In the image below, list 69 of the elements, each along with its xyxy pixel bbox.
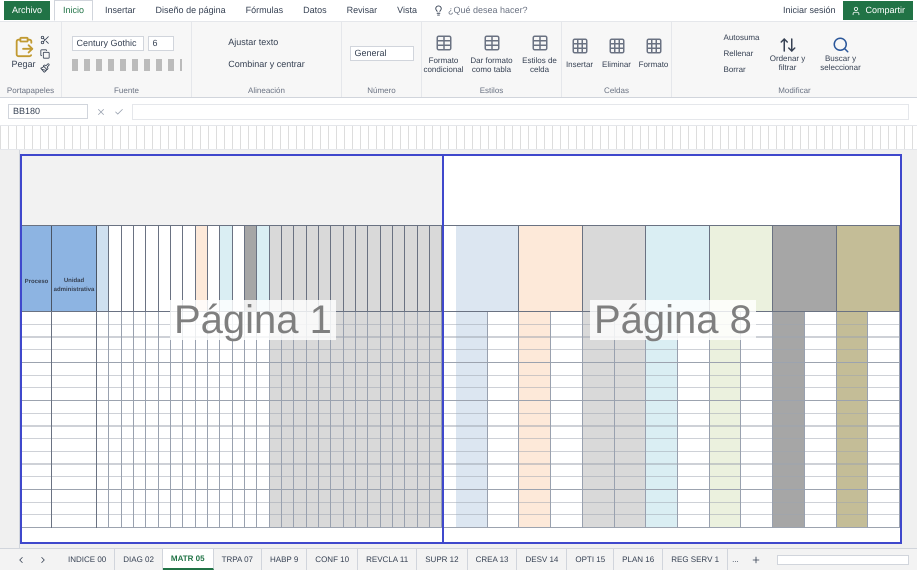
sheet-tab[interactable]: TRPA 07 bbox=[214, 549, 262, 570]
font-name-field[interactable]: Century Gothic bbox=[72, 36, 144, 52]
sheet-tab[interactable]: OPTI 15 bbox=[567, 549, 614, 570]
check-icon[interactable] bbox=[114, 106, 124, 116]
tell-me-field[interactable]: ¿Qué desea hacer? bbox=[448, 4, 528, 18]
sheet-tab[interactable]: PLAN 16 bbox=[614, 549, 664, 570]
font-size-field[interactable]: 6 bbox=[148, 36, 174, 52]
sheet-tab[interactable]: INDICE 00 bbox=[60, 549, 116, 570]
ribbon-tab[interactable]: Vista bbox=[389, 0, 426, 20]
grid-icon bbox=[644, 36, 662, 54]
style-button[interactable]: Formato condicional bbox=[422, 34, 466, 74]
cells-button[interactable]: Eliminar bbox=[600, 36, 633, 70]
more-tabs-indicator[interactable]: ... bbox=[728, 554, 743, 566]
group-label: Celdas bbox=[604, 85, 629, 97]
sort-icon bbox=[778, 36, 797, 54]
style-button[interactable]: Dar formato como tabla bbox=[470, 34, 514, 74]
person-icon bbox=[851, 6, 862, 16]
group-label: Estilos bbox=[480, 85, 504, 97]
sort-filter-button[interactable]: Ordenar y filtrar bbox=[768, 36, 808, 72]
group-label: Fuente bbox=[114, 85, 139, 97]
search-icon bbox=[832, 36, 850, 54]
horizontal-scrollbar[interactable] bbox=[776, 554, 909, 564]
table-icon bbox=[434, 34, 452, 52]
sheet-tab[interactable]: SUPR 12 bbox=[417, 549, 468, 570]
group-label: Modificar bbox=[778, 85, 811, 97]
edit-command[interactable]: Borrar bbox=[723, 64, 760, 76]
table-icon bbox=[530, 34, 548, 52]
sheet-tab[interactable]: HABP 9 bbox=[262, 549, 308, 570]
cells-button[interactable]: Insertar bbox=[563, 36, 596, 70]
cancel-icon[interactable] bbox=[96, 106, 106, 116]
group-label: Portapapeles bbox=[6, 85, 54, 97]
number-format-field[interactable]: General bbox=[350, 46, 414, 62]
sign-in-link[interactable]: Iniciar sesión bbox=[778, 4, 840, 18]
edit-command[interactable]: Rellenar bbox=[723, 48, 760, 60]
scissors-icon[interactable] bbox=[40, 34, 50, 44]
style-button[interactable]: Estilos de celda bbox=[518, 34, 562, 74]
paste-button[interactable]: Pegar bbox=[11, 36, 36, 72]
sheet-tab[interactable]: CREA 13 bbox=[468, 549, 518, 570]
page-watermark: Página 1 bbox=[170, 300, 336, 340]
find-select-button[interactable]: Buscar y seleccionar bbox=[816, 36, 866, 72]
lightbulb-icon bbox=[433, 5, 444, 16]
sheet-tab[interactable]: REG SERV 1 bbox=[663, 549, 728, 570]
add-sheet-icon[interactable] bbox=[750, 554, 761, 564]
paintbrush-icon[interactable] bbox=[40, 62, 50, 72]
grid-icon bbox=[608, 36, 626, 54]
wrap-text-button[interactable]: Ajustar texto bbox=[228, 36, 305, 50]
sheet-tab[interactable]: MATR 05 bbox=[162, 549, 214, 570]
table-icon bbox=[482, 34, 500, 52]
edit-command[interactable]: Autosuma bbox=[723, 32, 760, 44]
ribbon-tab[interactable]: Fórmulas bbox=[238, 0, 292, 20]
sheet-tab[interactable]: DESV 14 bbox=[517, 549, 568, 570]
grid-icon bbox=[570, 36, 588, 54]
sheet-tab[interactable]: CONF 10 bbox=[307, 549, 358, 570]
ribbon-tab[interactable]: Diseño de página bbox=[148, 0, 234, 20]
group-label: Alineación bbox=[248, 85, 285, 97]
share-button[interactable]: Compartir bbox=[843, 0, 913, 20]
formula-field[interactable] bbox=[132, 104, 909, 120]
copy-icon[interactable] bbox=[40, 48, 50, 58]
page-watermark: Página 8 bbox=[590, 300, 756, 340]
cells-button[interactable]: Formato bbox=[637, 36, 670, 70]
ribbon-tab[interactable]: Revisar bbox=[338, 0, 386, 20]
ribbon-tab[interactable]: Inicio bbox=[54, 0, 94, 22]
name-box[interactable]: BB180 bbox=[8, 104, 88, 120]
file-tab[interactable]: Archivo bbox=[4, 0, 50, 20]
merge-center-button[interactable]: Combinar y centrar bbox=[228, 58, 305, 71]
ribbon-tab[interactable]: Datos bbox=[295, 0, 335, 20]
sheet-tab[interactable]: REVCLA 11 bbox=[358, 549, 418, 570]
group-label: Número bbox=[367, 85, 396, 97]
ribbon-tab[interactable]: Insertar bbox=[97, 0, 144, 20]
